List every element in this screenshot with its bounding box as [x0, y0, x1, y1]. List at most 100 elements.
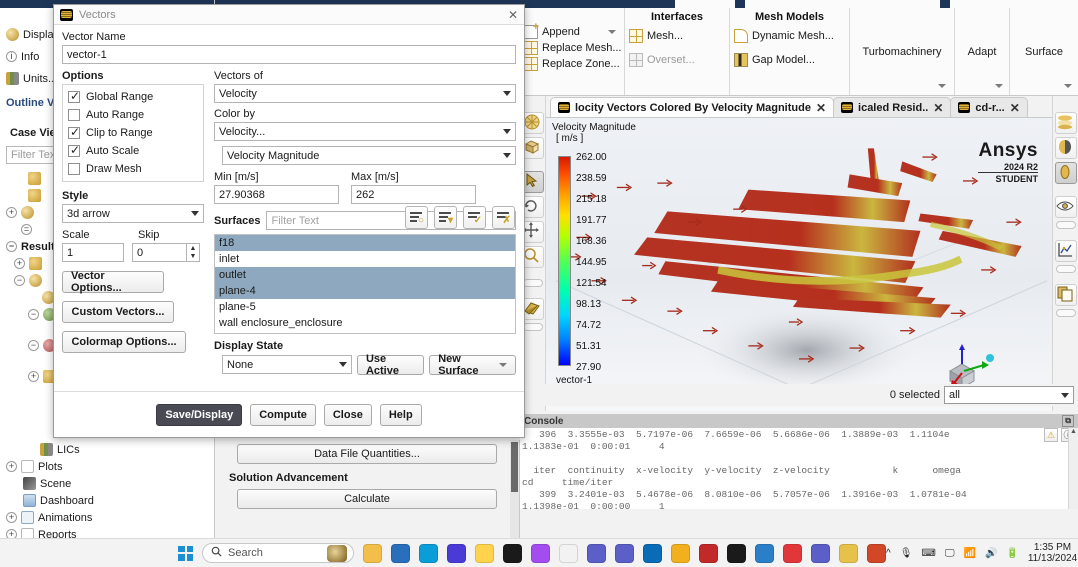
ribbon-group-surface[interactable]: Surface	[1010, 8, 1078, 95]
surface-list-icon[interactable]: ▾	[434, 206, 457, 229]
vectors-of-dropdown[interactable]: Velocity	[214, 84, 516, 103]
checkbox[interactable]	[68, 127, 80, 139]
checkbox[interactable]	[68, 109, 80, 121]
save-display-button[interactable]: Save/Display	[156, 404, 242, 426]
display-icon[interactable]: 🖵	[945, 548, 955, 559]
microphone-icon[interactable]: 🎙	[900, 548, 913, 559]
tree-expander[interactable]: +	[6, 207, 17, 218]
tree-expander[interactable]: +	[28, 371, 39, 382]
chevron-down-icon[interactable]	[995, 84, 1003, 88]
tree-expander[interactable]: −	[28, 340, 39, 351]
copy-view-icon[interactable]	[1055, 284, 1077, 306]
chevron-down-icon[interactable]	[1064, 84, 1072, 88]
stepper-up-icon[interactable]: ▲	[190, 244, 197, 253]
tree-node-dashboard[interactable]: Dashboard	[0, 492, 214, 509]
skip-input[interactable]: 0	[132, 243, 186, 262]
ribbon-item-append[interactable]: Append	[520, 24, 624, 40]
surface-list-item[interactable]: wall enclosure_enclosure	[215, 315, 515, 331]
surface-list-item[interactable]: inlet	[215, 251, 515, 267]
option-auto-range[interactable]: Auto Range	[68, 106, 198, 124]
search-input[interactable]: Search	[202, 543, 354, 563]
option-clip-to-range[interactable]: Clip to Range	[68, 124, 198, 142]
ribbon-item-gap-model[interactable]: Gap Model...	[730, 52, 849, 68]
store-icon[interactable]	[391, 544, 410, 563]
selection-filter-dropdown[interactable]: all	[944, 386, 1074, 404]
tree-expander[interactable]: =	[21, 224, 32, 235]
chrome-icon[interactable]	[559, 544, 578, 563]
surfaces-list[interactable]: f18inletoutletplane-4plane-5wall enclosu…	[214, 234, 516, 334]
data-file-quantities-button[interactable]: Data File Quantities...	[237, 444, 497, 464]
start-button-icon[interactable]	[178, 546, 193, 561]
skip-stepper[interactable]: ▲ ▼	[186, 243, 200, 262]
close-icon[interactable]: ✕	[1010, 101, 1020, 115]
contacts-icon[interactable]	[475, 544, 494, 563]
style-dropdown[interactable]: 3d arrow	[62, 204, 204, 223]
compute-button[interactable]: Compute	[250, 404, 316, 426]
tree-expander[interactable]: +	[14, 258, 25, 269]
console-undock-icon[interactable]: ⧉	[1062, 415, 1074, 427]
vectors-dialog-titlebar[interactable]: Vectors ✕	[54, 5, 524, 25]
tree-node-plots[interactable]: + Plots	[0, 458, 214, 475]
terminal-icon[interactable]	[755, 544, 774, 563]
outlook-icon[interactable]	[643, 544, 662, 563]
tree-expander-results[interactable]: −	[6, 241, 17, 252]
stepper-down-icon[interactable]: ▼	[190, 253, 197, 262]
help-button[interactable]: Help	[380, 404, 422, 426]
tree-node-lics[interactable]: LICs	[0, 441, 214, 458]
teams-badge-icon[interactable]	[811, 544, 830, 563]
color-by-dropdown[interactable]: Velocity...	[214, 122, 516, 141]
new-surface-button[interactable]: New Surface	[429, 355, 516, 375]
toolbar-overflow-1[interactable]	[523, 279, 543, 287]
warning-icon[interactable]: ⚠	[1044, 428, 1058, 442]
close-button[interactable]: Close	[324, 404, 372, 426]
checkbox[interactable]	[68, 145, 80, 157]
graphics-tab-velocity-vectors[interactable]: locity Vectors Colored By Velocity Magni…	[550, 97, 834, 117]
toolbar-overflow-5[interactable]	[1056, 309, 1076, 317]
fluent-icon[interactable]	[839, 544, 858, 563]
clock[interactable]: 1:35 PM 11/13/2024	[1028, 542, 1077, 564]
colormap-options-button[interactable]: Colormap Options...	[62, 331, 186, 353]
chevron-up-icon[interactable]: ^	[886, 548, 891, 559]
ribbon-item-replace-zone[interactable]: Replace Zone...	[520, 56, 624, 72]
checkbox[interactable]	[68, 163, 80, 175]
close-icon[interactable]: ✕	[933, 101, 943, 115]
teams2-icon[interactable]	[615, 544, 634, 563]
scale-input[interactable]: 1	[62, 243, 124, 262]
calculate-button[interactable]: Calculate	[237, 489, 497, 509]
toolbar-handle-right[interactable]	[1055, 99, 1077, 109]
powerpoint-icon[interactable]	[867, 544, 886, 563]
task-page-scrollbar[interactable]	[510, 440, 519, 538]
toolbar-overflow-2[interactable]	[523, 323, 543, 331]
graphics-canvas[interactable]: Velocity Magnitude [ m/s ] 262.00238.592…	[546, 118, 1052, 411]
tree-expander[interactable]: +	[6, 512, 17, 523]
display-state-dropdown[interactable]: None	[222, 355, 352, 374]
min-input[interactable]: 27.90368	[214, 185, 339, 204]
shading-button[interactable]	[1055, 137, 1077, 159]
use-active-button[interactable]: Use Active	[357, 355, 424, 375]
tree-node-scene[interactable]: Scene	[0, 475, 214, 492]
outlook-web-icon[interactable]	[419, 544, 438, 563]
tree-expander[interactable]: −	[14, 275, 25, 286]
ribbon-group-adapt[interactable]: Adapt	[955, 8, 1010, 95]
surface-list-item[interactable]: f18	[215, 235, 515, 251]
surface-filter-icon[interactable]: ○	[405, 206, 428, 229]
axes-chart-icon[interactable]	[1055, 240, 1077, 262]
ansys-workbench-icon[interactable]	[447, 544, 466, 563]
toolbar-overflow-3[interactable]	[1056, 221, 1076, 229]
visibility-eye-icon[interactable]	[1055, 196, 1077, 218]
chevron-down-icon[interactable]	[938, 84, 946, 88]
contours-button[interactable]	[1055, 112, 1077, 134]
keyboard-icon[interactable]: ⌨	[921, 548, 935, 559]
close-icon[interactable]: ✕	[816, 101, 826, 115]
surface-deselect-all-icon[interactable]: ✗	[492, 206, 515, 229]
surface-list-item[interactable]: plane-4	[215, 283, 515, 299]
media-player-icon[interactable]	[503, 544, 522, 563]
volume-icon[interactable]: 🔊	[985, 548, 997, 559]
max-input[interactable]: 262	[351, 185, 476, 204]
custom-vectors-button[interactable]: Custom Vectors...	[62, 301, 174, 323]
ribbon-group-turbomachinery[interactable]: Turbomachinery	[850, 8, 955, 95]
option-draw-mesh[interactable]: Draw Mesh	[68, 160, 198, 178]
ribbon-item-replace-mesh[interactable]: Replace Mesh...	[520, 40, 624, 56]
option-global-range[interactable]: Global Range	[68, 88, 198, 106]
tree-node-animations[interactable]: + Animations	[0, 509, 214, 526]
